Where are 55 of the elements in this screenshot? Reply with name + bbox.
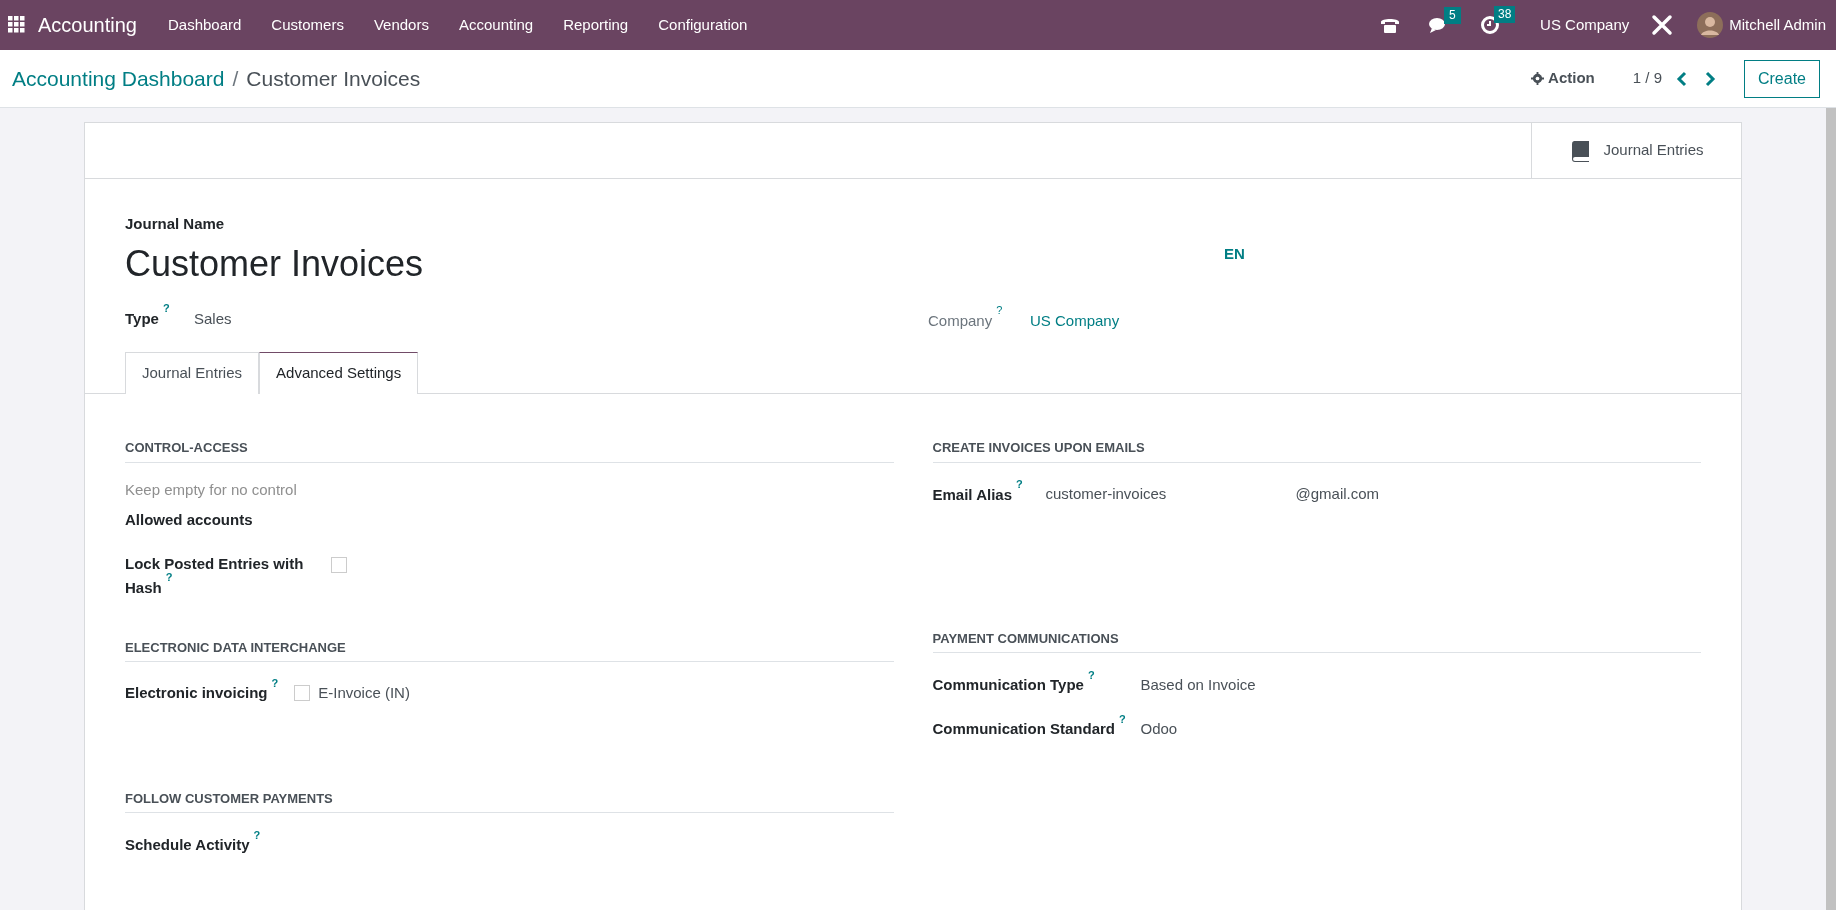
journal-entries-button[interactable]: Journal Entries (1531, 123, 1741, 178)
help-mark[interactable]: ? (996, 304, 1003, 316)
field-label: Allowed accounts (125, 510, 254, 530)
help-mark[interactable]: ? (162, 302, 170, 314)
alias-domain: @gmail.com (1295, 484, 1380, 505)
field-label: Lock Posted Entries with Hash $^{?}$ (125, 554, 304, 596)
help-mark[interactable]: ? (165, 571, 173, 583)
create-button[interactable]: Create (1743, 59, 1820, 98)
option-label[interactable]: E-Invoice (IN) (318, 682, 410, 705)
next-icon[interactable] (1703, 70, 1716, 87)
menu-item[interactable]: Dashboard (152, 13, 257, 37)
checkbox[interactable] (331, 556, 347, 573)
alias-field[interactable]: customer-invoices (1045, 483, 1296, 506)
company-field[interactable]: US Company (1030, 309, 1120, 332)
activity-count-badge: 38 (1494, 6, 1516, 23)
breadcrumb-current: Customer Invoices (246, 65, 421, 92)
language-button[interactable]: EN (1224, 243, 1245, 266)
user-menu[interactable]: Mitchell Admin (1729, 13, 1826, 37)
accounts-field[interactable]: Keep empty for no control (125, 478, 625, 501)
section-title: CREATE INVOICES UPON EMAILS (932, 438, 1701, 463)
tab[interactable]: Journal Entries (125, 352, 260, 394)
section-title: CONTROL-ACCESS (125, 438, 894, 463)
help-mark[interactable]: ? (1087, 668, 1095, 681)
section-title: FOLLOW CUSTOMER PAYMENTS (125, 788, 894, 813)
journal-name-field[interactable]: Customer Invoices (125, 237, 928, 290)
apps-menu-icon[interactable] (8, 16, 26, 34)
help-mark[interactable]: ? (253, 828, 261, 841)
help-mark[interactable]: ? (271, 676, 279, 689)
section-title: PAYMENT COMMUNICATIONS (932, 628, 1701, 653)
action-button[interactable]: Action (1531, 67, 1595, 90)
help-mark[interactable]: ? (1016, 478, 1023, 490)
scrollbar[interactable] (1826, 108, 1836, 910)
help-mark[interactable]: ? (1119, 712, 1126, 725)
breadcrumb-separator: / (232, 65, 239, 92)
book-icon (1569, 139, 1592, 162)
menu-item[interactable]: Reporting (548, 13, 644, 37)
breadcrumb-link[interactable]: Accounting Dashboard (12, 62, 225, 95)
pager-value[interactable]: 1 / 9 (1632, 67, 1662, 90)
previous-icon[interactable] (1675, 70, 1688, 87)
field-value[interactable]: Odoo (1140, 717, 1178, 741)
phone-icon[interactable] (1380, 16, 1401, 34)
field-label: Journal Name (125, 214, 226, 234)
checkbox[interactable] (294, 685, 311, 702)
tab[interactable]: Advanced Settings (259, 352, 419, 394)
menu-item[interactable]: Vendors (358, 13, 444, 37)
company-switcher[interactable]: US Company (1540, 13, 1630, 37)
menu-item[interactable]: Configuration (643, 13, 763, 37)
type-field[interactable]: Sales (194, 307, 232, 330)
message-count-badge: 5 (1444, 7, 1461, 24)
section-title: ELECTRONIC DATA INTERCHANGE (125, 637, 894, 662)
field-value[interactable]: Based on Invoice (1140, 673, 1256, 697)
menu-item[interactable]: Accounting (443, 13, 549, 37)
avatar-icon[interactable] (1697, 12, 1724, 38)
app-name[interactable]: Accounting (38, 10, 137, 40)
menu-item[interactable]: Customers (256, 13, 359, 37)
